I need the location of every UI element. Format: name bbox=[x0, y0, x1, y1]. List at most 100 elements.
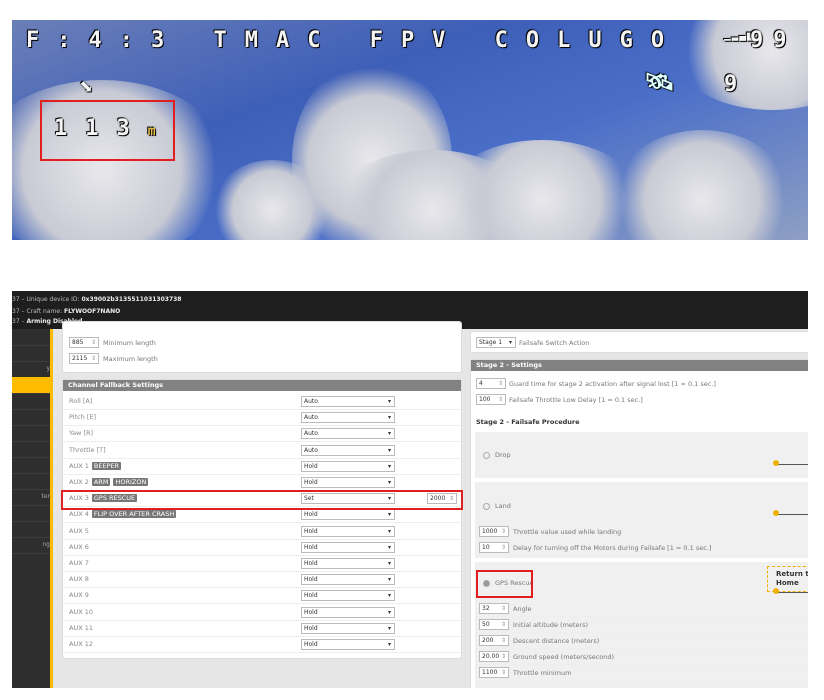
procedure-drop[interactable]: Drop bbox=[475, 432, 808, 478]
fallback-row: AUX 2 ARM HORIZON Hold bbox=[63, 474, 461, 491]
gps-field-row: 20.00 Ground speed (meters/second) bbox=[475, 648, 808, 665]
mode-tag: ARM bbox=[91, 478, 111, 486]
gps-field-input[interactable]: 32 bbox=[479, 603, 509, 614]
fallback-mode-select[interactable]: Auto bbox=[301, 444, 395, 456]
panel-title: Stage 2 - Settings bbox=[471, 360, 808, 371]
fallback-mode-select[interactable]: Hold bbox=[301, 639, 395, 650]
gps-field-input[interactable]: 20.00 bbox=[479, 651, 509, 662]
configurator-window: 37 – Unique device ID: 0x39002b313551103… bbox=[12, 291, 808, 688]
land-label: Land bbox=[495, 502, 511, 510]
sidebar-item[interactable] bbox=[12, 345, 50, 362]
procedure-title: Stage 2 - Failsafe Procedure bbox=[476, 418, 580, 426]
fallback-row: Pitch [E] Auto bbox=[63, 409, 461, 427]
highlight-altitude bbox=[40, 100, 175, 161]
gps-field-row: 50 Initial altitude (meters) bbox=[475, 616, 808, 633]
mode-tag: FLIP OVER AFTER CRASH bbox=[91, 510, 177, 519]
gps-field-input[interactable]: 1100 bbox=[479, 667, 509, 678]
fallback-row: AUX 5 Hold bbox=[63, 523, 461, 540]
land-throttle-label: Throttle value used while landing bbox=[513, 528, 622, 536]
fallback-mode-select[interactable]: Auto bbox=[301, 428, 395, 440]
sidebar-item[interactable] bbox=[12, 329, 50, 346]
sidebar-item[interactable] bbox=[12, 441, 50, 458]
fallback-mode-select[interactable]: Hold bbox=[301, 574, 395, 586]
rth-line2: Home bbox=[776, 579, 799, 587]
gps-field-label: Ground speed (meters/second) bbox=[513, 653, 615, 661]
fallback-row: AUX 1 BEEPER Hold bbox=[63, 458, 461, 475]
land-delay-input[interactable]: 10 bbox=[479, 542, 509, 553]
drop-radio[interactable] bbox=[483, 451, 490, 459]
mode-tag: BEEPER bbox=[91, 461, 122, 470]
fallback-mode-select[interactable]: Auto bbox=[301, 412, 395, 424]
procedure-land[interactable]: Land 1000 Throttle value used while land… bbox=[475, 482, 808, 558]
fallback-mode-select[interactable]: Hold bbox=[301, 460, 395, 472]
channel-label: Roll [A] bbox=[69, 397, 93, 405]
sidebar-item[interactable]: ter bbox=[12, 489, 50, 506]
fallback-mode-select[interactable]: Hold bbox=[301, 509, 395, 521]
fpv-camera-frame: F:4:3 TMAC FPV COLUGO ▁▂▃▅ 99 ⬊ 🛰 9 113m bbox=[12, 20, 808, 240]
satellite-icon: 🛰 bbox=[644, 68, 693, 96]
gps-field-row: 1100 Throttle minimum bbox=[475, 664, 808, 681]
osd-craft-title: F:4:3 TMAC FPV COLUGO bbox=[26, 28, 683, 53]
fallback-mode-select[interactable]: Hold bbox=[301, 541, 395, 553]
gps-field-row: 32 Angle bbox=[475, 600, 808, 617]
land-delay-label: Delay for turning off the Motors during … bbox=[513, 544, 712, 552]
gps-field-label: Initial altitude (meters) bbox=[513, 621, 589, 629]
channel-label: AUX 9 bbox=[69, 591, 89, 600]
land-throttle-input[interactable]: 1000 bbox=[479, 526, 509, 537]
fallback-row: Roll [A] Auto bbox=[63, 393, 461, 410]
min-length-input[interactable]: 885 bbox=[69, 337, 99, 348]
gps-field-label: Descent distance (meters) bbox=[513, 637, 600, 645]
osd-rssi: 99 bbox=[750, 28, 797, 53]
fallback-row: Yaw [R] Auto bbox=[63, 425, 461, 443]
fallback-mode-select[interactable]: Hold bbox=[301, 622, 395, 634]
failsafe-switch-panel: Stage 1 Failsafe Switch Action bbox=[470, 331, 808, 353]
fallback-row: AUX 10 Hold bbox=[63, 604, 461, 621]
land-radio[interactable] bbox=[483, 502, 490, 510]
fallback-row: AUX 9 Hold bbox=[63, 587, 461, 605]
guard-time-label: Guard time for stage 2 activation after … bbox=[509, 380, 716, 388]
guard-time-input[interactable]: 4 bbox=[476, 378, 506, 389]
switch-action-select[interactable]: Stage 1 bbox=[476, 337, 516, 348]
fallback-mode-select[interactable]: Hold bbox=[301, 606, 395, 618]
home-arrow-icon: ⬊ bbox=[78, 72, 111, 100]
sidebar-item[interactable] bbox=[12, 473, 50, 490]
sidebar-item[interactable] bbox=[12, 521, 50, 538]
channel-label: AUX 12 bbox=[69, 640, 93, 648]
fallback-row: AUX 7 Hold bbox=[63, 555, 461, 572]
channel-label: AUX 1 BEEPER bbox=[69, 461, 122, 470]
channel-fallback-panel: Channel Fallback Settings Roll [A]AutoPi… bbox=[62, 379, 462, 659]
channel-label: AUX 4 FLIP OVER AFTER CRASH bbox=[69, 510, 177, 519]
fallback-mode-select[interactable]: Hold bbox=[301, 590, 395, 602]
rth-line1: Return to- bbox=[776, 570, 808, 578]
panel-title: Channel Fallback Settings bbox=[63, 380, 461, 391]
fallback-mode-select[interactable]: Hold bbox=[301, 477, 395, 488]
sidebar-item[interactable] bbox=[12, 377, 50, 394]
sidebar-item[interactable] bbox=[12, 409, 50, 426]
switch-action-label: Failsafe Switch Action bbox=[519, 339, 590, 347]
fallback-mode-select[interactable]: Hold bbox=[301, 525, 395, 537]
min-length-label: Minimum length bbox=[103, 339, 156, 347]
sidebar: y ter ng bbox=[12, 329, 53, 688]
highlight-gps-rescue bbox=[476, 570, 533, 598]
gps-field-input[interactable]: 200 bbox=[479, 635, 509, 646]
pulse-range-panel: 885 Minimum length 2115 Maximum length bbox=[62, 321, 462, 373]
channel-label: AUX 6 bbox=[69, 542, 89, 551]
mode-tag: HORIZON bbox=[113, 478, 149, 486]
fallback-row: AUX 6 Hold bbox=[63, 539, 461, 556]
max-length-label: Maximum length bbox=[103, 355, 158, 363]
gps-field-input[interactable]: 50 bbox=[479, 619, 509, 630]
sidebar-item[interactable] bbox=[12, 505, 50, 522]
channel-label: AUX 10 bbox=[69, 607, 93, 616]
channel-label: Yaw [R] bbox=[69, 429, 94, 438]
throttle-low-delay-input[interactable]: 100 bbox=[476, 394, 506, 405]
procedure-gps-rescue[interactable]: GPS Rescue Return to-Home 32Angle50Initi… bbox=[475, 562, 808, 688]
sidebar-item[interactable]: y bbox=[12, 361, 50, 378]
sidebar-item[interactable] bbox=[12, 425, 50, 442]
sidebar-item[interactable] bbox=[12, 393, 50, 410]
sidebar-item[interactable]: ng bbox=[12, 537, 50, 554]
max-length-input[interactable]: 2115 bbox=[69, 353, 99, 364]
fallback-mode-select[interactable]: Hold bbox=[301, 558, 395, 569]
sidebar-item[interactable] bbox=[12, 457, 50, 474]
highlight-aux3 bbox=[61, 490, 463, 510]
fallback-mode-select[interactable]: Auto bbox=[301, 396, 395, 407]
